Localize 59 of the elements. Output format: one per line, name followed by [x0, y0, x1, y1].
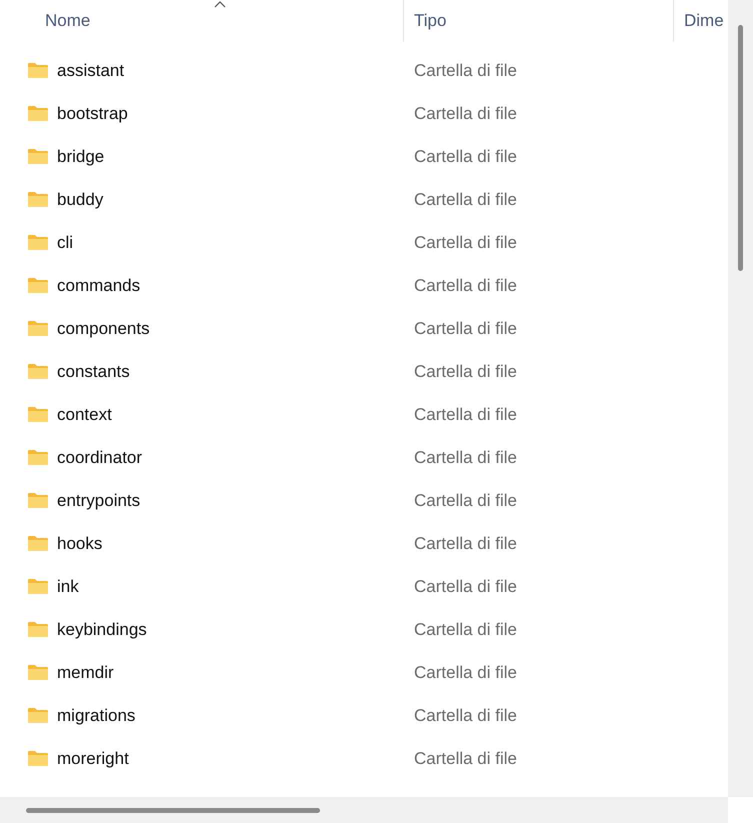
column-header[interactable]: Dime: [674, 0, 728, 42]
file-type: Cartella di file: [413, 662, 517, 684]
scrollbar-thumb[interactable]: [738, 25, 743, 271]
file-type: Cartella di file: [413, 188, 517, 211]
folder-icon: [27, 148, 49, 165]
folder-icon: [27, 707, 49, 724]
file-name[interactable]: coordinator: [57, 444, 142, 470]
file-name[interactable]: bridge: [57, 144, 104, 170]
vertical-scrollbar[interactable]: [728, 0, 753, 797]
folder-icon: [27, 320, 49, 337]
file-name[interactable]: assistant: [57, 58, 124, 84]
file-type: Cartella di file: [413, 360, 517, 383]
file-name[interactable]: memdir: [57, 660, 114, 686]
file-name[interactable]: ink: [57, 574, 79, 600]
file-type: Cartella di file: [413, 60, 517, 82]
folder-icon: [27, 277, 49, 294]
column-header[interactable]: Tipo: [404, 0, 674, 42]
column-header[interactable]: Nome: [0, 0, 404, 42]
file-name[interactable]: entrypoints: [57, 488, 140, 514]
file-name[interactable]: moreright: [57, 746, 129, 772]
file-name[interactable]: migrations: [57, 702, 136, 728]
folder-icon: [27, 750, 49, 767]
file-type: Cartella di file: [413, 490, 517, 512]
folder-icon: [27, 535, 49, 552]
file-type: Cartella di file: [413, 576, 517, 598]
horizontal-scrollbar[interactable]: [0, 797, 728, 823]
file-name[interactable]: context: [57, 402, 112, 428]
folder-icon: [27, 363, 49, 380]
file-name[interactable]: components: [57, 316, 150, 342]
file-type: Cartella di file: [413, 232, 517, 254]
folder-icon: [27, 62, 49, 79]
file-type: Cartella di file: [413, 446, 517, 469]
file-name[interactable]: constants: [57, 358, 130, 384]
file-name[interactable]: keybindings: [57, 616, 147, 642]
scrollbar-thumb[interactable]: [26, 808, 320, 813]
folder-icon: [27, 492, 49, 509]
file-type: Cartella di file: [413, 274, 517, 297]
folder-icon: [27, 621, 49, 638]
sort-caret-icon: [214, 1, 226, 8]
file-name[interactable]: cli: [57, 230, 74, 256]
file-type: Cartella di file: [413, 704, 517, 727]
file-type: Cartella di file: [413, 146, 517, 168]
folder-icon: [27, 406, 49, 423]
folder-icon: [27, 664, 49, 681]
file-name[interactable]: hooks: [57, 530, 102, 556]
file-type: Cartella di file: [413, 318, 517, 340]
folder-icon: [27, 578, 49, 595]
file-type: Cartella di file: [413, 618, 517, 641]
folder-icon: [27, 234, 49, 251]
file-name[interactable]: commands: [57, 272, 140, 298]
file-type: Cartella di file: [413, 404, 517, 426]
file-type: Cartella di file: [413, 748, 517, 770]
folder-icon: [27, 105, 49, 122]
file-type: Cartella di file: [413, 532, 517, 555]
file-name[interactable]: bootstrap: [57, 100, 128, 126]
file-name[interactable]: buddy: [57, 186, 104, 212]
folder-icon: [27, 191, 49, 208]
file-type: Cartella di file: [413, 102, 517, 125]
folder-icon: [27, 449, 49, 466]
